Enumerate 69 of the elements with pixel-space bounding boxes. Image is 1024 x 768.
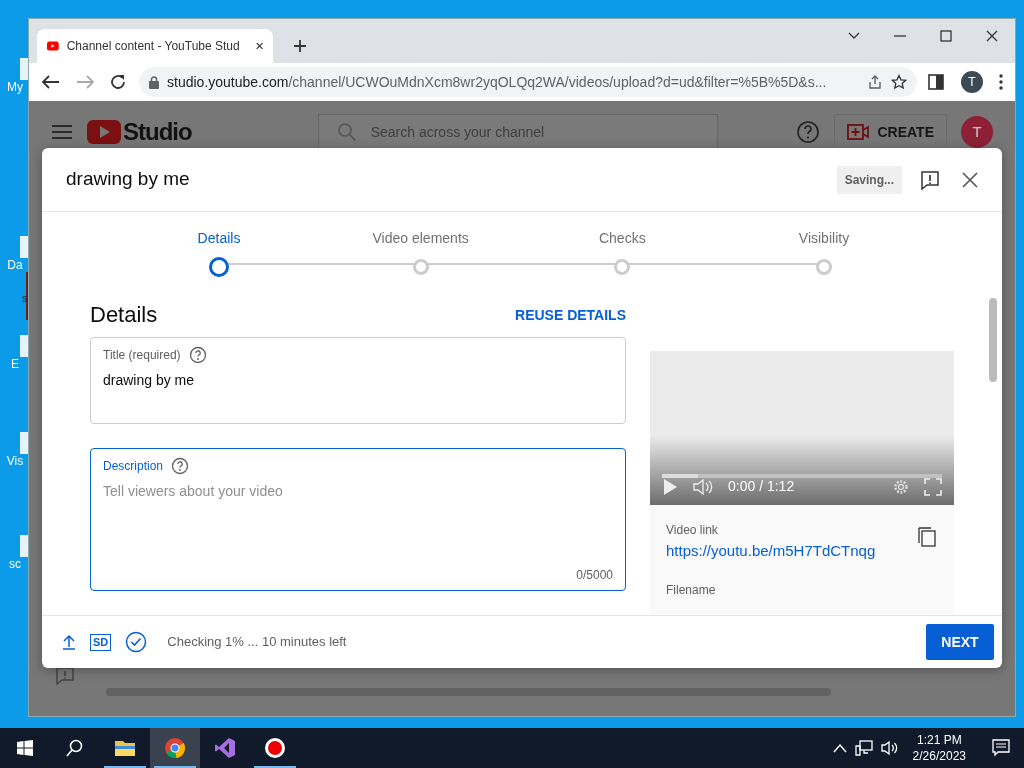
character-counter: 0/5000 — [576, 567, 613, 584]
video-link[interactable]: https://youtu.be/m5H7TdCTnqg — [666, 542, 876, 559]
maximize-icon[interactable] — [939, 29, 953, 43]
close-icon[interactable] — [985, 29, 999, 43]
upload-status: Checking 1% ... 10 minutes left — [167, 633, 348, 652]
field-frame[interactable]: Description Tell viewers about your video 0/5000 — [90, 448, 626, 591]
video-link-label: Video link — [666, 522, 718, 539]
fullscreen-icon[interactable] — [924, 477, 942, 496]
play-icon[interactable] — [662, 477, 678, 496]
profile-avatar[interactable]: T — [961, 71, 983, 93]
settings-icon[interactable] — [892, 477, 910, 496]
avatar[interactable]: T — [961, 116, 993, 148]
browser-tab[interactable]: Channel content - YouTube Stud — [37, 29, 273, 63]
field-frame[interactable]: Title (required) drawing by me — [90, 337, 626, 424]
check-circle-icon[interactable] — [125, 631, 148, 653]
window-text: s — [22, 291, 28, 306]
section-heading: Details — [90, 302, 158, 329]
new-tab-icon[interactable] — [293, 39, 307, 53]
copy-icon[interactable] — [918, 527, 936, 547]
star-icon[interactable] — [891, 74, 907, 90]
clock-time[interactable]: 1:21 PM — [916, 732, 962, 748]
text-field[interactable]: drawing by me — [103, 364, 613, 415]
share-icon[interactable] — [867, 74, 883, 90]
upload-icon[interactable] — [62, 634, 76, 650]
feedback-icon[interactable] — [55, 666, 75, 686]
tab-title: Channel content - YouTube Stud — [66, 38, 240, 55]
desktop-icon-label: Da — [7, 258, 23, 272]
search-icon — [66, 739, 84, 757]
video-plus-icon — [847, 124, 870, 140]
search-icon — [336, 122, 357, 142]
youtube-icon — [47, 40, 59, 52]
logo-text: Studio — [123, 117, 192, 147]
volume-icon[interactable] — [880, 740, 899, 756]
scrollbar[interactable] — [989, 298, 997, 382]
help-icon[interactable] — [796, 120, 821, 144]
desktop-icon-label: My — [7, 80, 23, 94]
field-label: Title (required) — [103, 347, 181, 364]
filename-label: Filename — [666, 582, 716, 599]
desktop-icon-label: Vis — [6, 454, 24, 468]
lock-icon — [149, 75, 159, 89]
saving-status: Saving... — [836, 165, 902, 194]
video-time: 0:00 / 1:12 — [728, 477, 795, 496]
field-label: Description — [103, 458, 164, 475]
clock-date[interactable]: 2/26/2023 — [912, 748, 966, 764]
dialog-title: drawing by me — [66, 167, 191, 192]
logo-icon — [87, 120, 121, 144]
step-tab[interactable]: Details — [159, 228, 279, 277]
visual-studio-icon — [214, 737, 236, 759]
step-tab[interactable]: Video elements — [360, 228, 481, 277]
menu-icon[interactable] — [51, 123, 73, 141]
next-button[interactable]: NEXT — [926, 624, 994, 660]
video-player[interactable]: 0:00 / 1:12 — [650, 351, 954, 505]
windows-icon — [17, 740, 33, 756]
notification-icon[interactable] — [992, 739, 1010, 757]
close-icon[interactable] — [255, 41, 263, 51]
chrome-icon — [164, 737, 186, 759]
record-icon — [264, 737, 286, 759]
desktop-icon-label: sc — [9, 557, 21, 571]
step-tab[interactable]: Visibility — [763, 228, 884, 277]
reuse-details-button[interactable]: REUSE DETAILS — [515, 305, 626, 326]
chevron-up-icon[interactable] — [832, 743, 847, 753]
help-icon — [171, 457, 190, 475]
close-icon[interactable] — [962, 171, 978, 188]
network-icon[interactable] — [854, 740, 873, 756]
quality-badge: SD — [90, 633, 112, 651]
step-tab[interactable]: Checks — [562, 228, 683, 277]
feedback-icon[interactable] — [920, 169, 940, 190]
help-icon — [188, 346, 207, 364]
desktop-icon-label: E — [11, 357, 19, 371]
